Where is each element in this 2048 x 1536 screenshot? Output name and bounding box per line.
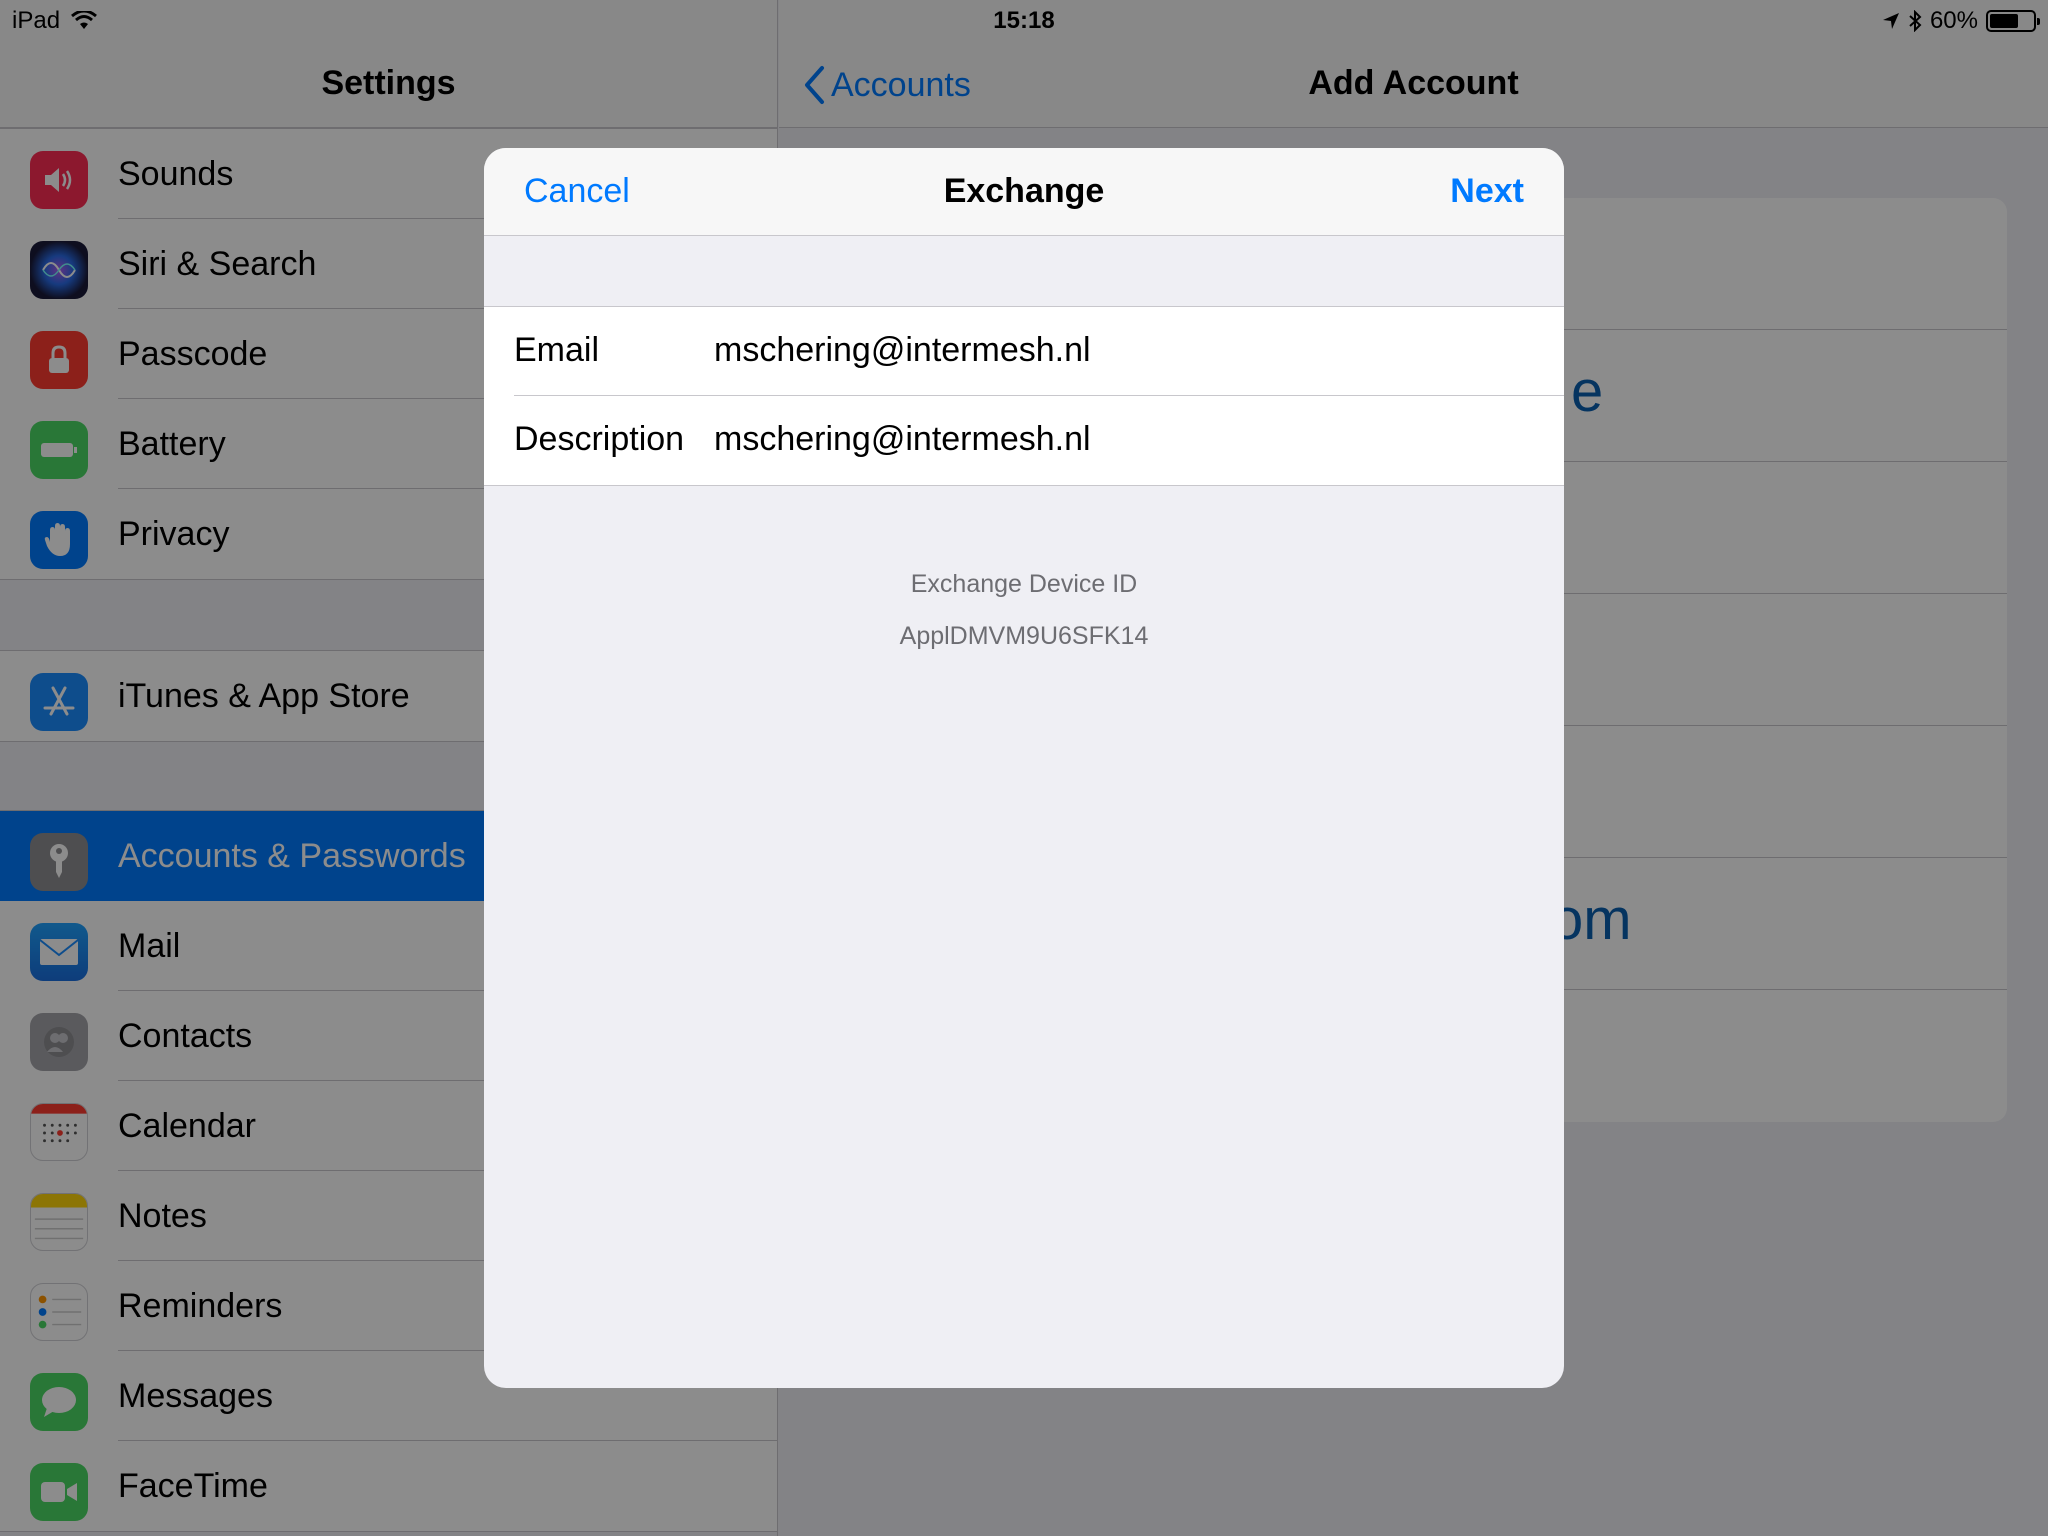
exchange-modal: Cancel Exchange Next Email mschering@int… <box>484 148 1564 1388</box>
battery-percent: 60% <box>1929 7 1978 34</box>
description-field[interactable]: mschering@intermesh.nl <box>714 420 1091 459</box>
email-row[interactable]: Email mschering@intermesh.nl <box>484 307 1564 396</box>
device-id-label: Exchange Device ID <box>910 570 1138 598</box>
email-label: Email <box>514 331 600 369</box>
description-row[interactable]: Description mschering@intermesh.nl <box>484 396 1564 485</box>
status-bar: iPad 15:18 60% <box>0 0 2048 40</box>
bluetooth-icon <box>1909 10 1922 32</box>
location-icon <box>1882 13 1899 29</box>
description-label: Description <box>514 420 685 458</box>
device-id-value: ApplDMVM9U6SFK14 <box>899 622 1149 650</box>
modal-title: Exchange <box>943 172 1105 210</box>
clock: 15:18 <box>993 7 1055 34</box>
battery-icon <box>1986 10 2040 32</box>
next-button[interactable]: Next <box>1450 172 1524 211</box>
email-field[interactable]: mschering@intermesh.nl <box>714 331 1091 370</box>
account-form: Email mschering@intermesh.nl Description… <box>484 306 1564 486</box>
device-id-footer: Exchange Device ID ApplDMVM9U6SFK14 <box>484 558 1564 662</box>
modal-navbar: Cancel Exchange Next <box>484 148 1564 236</box>
